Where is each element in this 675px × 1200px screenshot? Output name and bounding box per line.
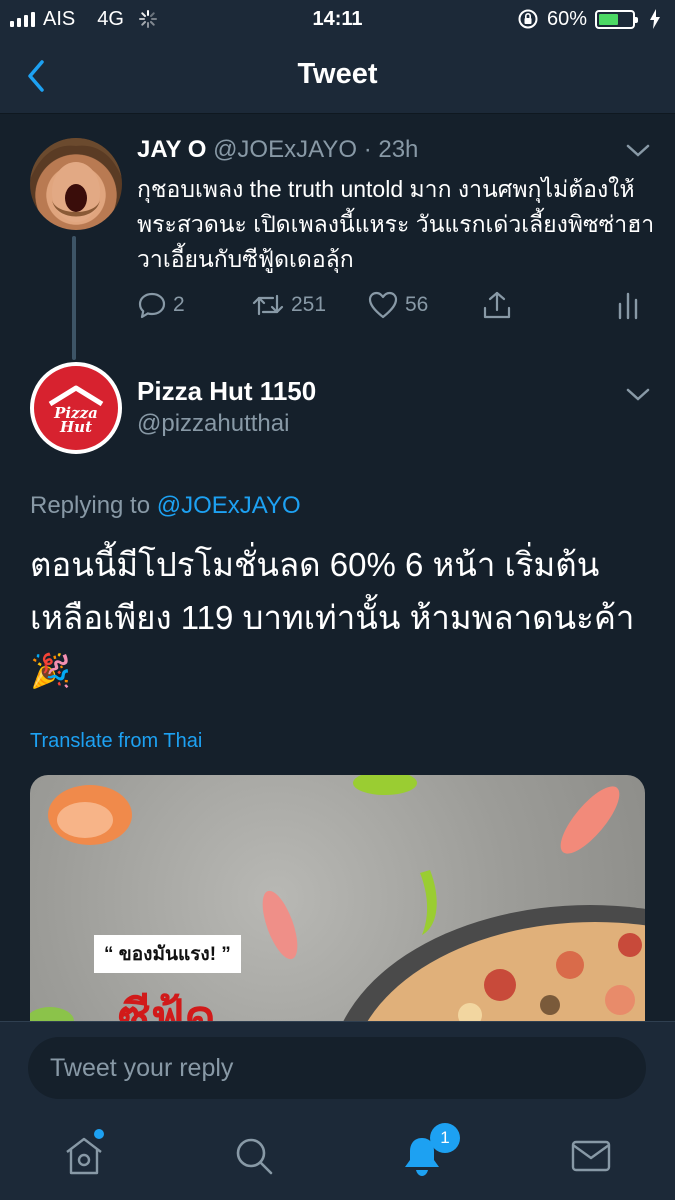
tweet-actions: 2 251 56 <box>137 290 647 330</box>
notifications-badge: 1 <box>430 1123 460 1153</box>
translate-link[interactable]: Translate from Thai <box>30 730 202 753</box>
share-icon <box>483 291 511 319</box>
page-title: Tweet <box>297 58 378 90</box>
reply-input[interactable] <box>28 1037 646 1099</box>
heart-icon <box>368 291 398 319</box>
messages-icon[interactable] <box>569 1134 613 1178</box>
tweet-text: กุชอบเพลง the truth untold มาก งานศพกุไม… <box>137 176 655 272</box>
signal-icon <box>10 11 35 27</box>
reply-button[interactable]: 2 <box>137 290 185 320</box>
rotation-lock-icon <box>518 9 538 29</box>
author-handle[interactable]: @pizzahutthai <box>137 410 289 438</box>
thread-line <box>72 236 76 360</box>
pizza-hut-logo: Pizza Hut <box>48 385 104 436</box>
pizza-hut-avatar[interactable]: Pizza Hut <box>30 362 122 454</box>
like-button[interactable]: 56 <box>367 290 428 320</box>
home-unread-dot <box>94 1129 104 1139</box>
share-button[interactable] <box>481 290 513 320</box>
loading-spinner-icon <box>138 10 157 28</box>
battery-percent: 60% <box>546 7 587 30</box>
chevron-down-icon[interactable] <box>626 388 650 402</box>
replying-prefix: Replying to <box>30 492 151 519</box>
battery-icon <box>595 9 638 29</box>
chevron-down-icon[interactable] <box>626 144 650 158</box>
reply-icon <box>138 292 166 319</box>
media-quote: “ ของมันแรง! ” <box>94 935 241 973</box>
author-name[interactable]: JAY O <box>137 136 206 163</box>
charging-icon <box>650 9 660 29</box>
retweet-count: 251 <box>291 293 327 316</box>
nav-header: Tweet <box>0 38 675 114</box>
analytics-icon <box>618 292 638 320</box>
media-headline: ซีฟู้ด <box>118 990 216 1021</box>
retweet-button[interactable]: 251 <box>251 290 326 320</box>
tweet-text: ตอนนี้มีโปรโมชั่นลด 60% 6 หน้า เริ่มต้นเ… <box>30 546 635 689</box>
network-label: 4G <box>97 7 124 30</box>
reply-count: 2 <box>173 293 185 316</box>
svg-text:Hut: Hut <box>59 418 92 436</box>
tweet-header: JAY O @JOExJAYO · 23h <box>137 136 418 164</box>
retweet-icon <box>252 294 284 316</box>
mention-link[interactable]: @JOExJAYO <box>157 492 301 519</box>
author-handle[interactable]: @JOExJAYO <box>213 136 357 163</box>
like-count: 56 <box>405 293 429 316</box>
replying-to: Replying to @JOExJAYO <box>30 492 301 520</box>
analytics-button[interactable] <box>617 290 639 320</box>
author-name[interactable]: Pizza Hut 1150 <box>137 376 316 407</box>
search-icon[interactable] <box>232 1134 276 1178</box>
home-icon[interactable] <box>62 1134 106 1178</box>
carrier-label: AIS <box>43 7 76 30</box>
avatar[interactable] <box>30 138 122 230</box>
reply-bar <box>0 1021 675 1116</box>
tweet-media[interactable]: “ ของมันแรง! ” ซีฟู้ด <box>30 775 645 1021</box>
status-bar: AIS 4G 14:11 60% <box>0 0 675 38</box>
tweet-time: · 23h <box>363 136 419 163</box>
